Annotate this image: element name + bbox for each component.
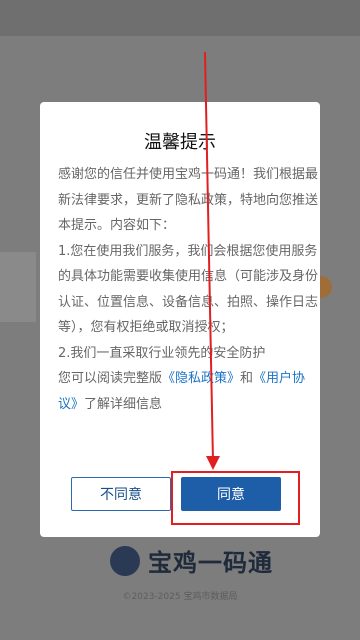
app-header-background [0,0,360,36]
dialog-paragraph-collection: 1.您在使用我们服务，我们会根据您使用服务的具体功能需要收集使用信息（可能涉及身… [58,243,319,336]
links-suffix-text: 了解详细信息 [84,396,163,412]
dialog-paragraph-intro: 感谢您的信任并使用宝鸡一码通！我们根据最新法律要求，更新了隐私政策，特地向您推送… [58,167,319,233]
background-card [0,252,36,322]
links-prefix-text: 您可以阅读完整版 [58,371,163,386]
app-name: 宝鸡一码通 [148,549,273,577]
disagree-button[interactable]: 不同意 [71,477,171,511]
dialog-content: 感谢您的信任并使用宝鸡一码通！我们根据最新法律要求，更新了隐私政策，特地向您推送… [58,162,322,417]
dialog-title: 温馨提示 [144,132,216,153]
dialog-paragraph-security: 2.我们一直采取行业领先的安全防护 [58,345,266,361]
agree-highlight-box [171,471,300,525]
links-middle-text: 和 [240,371,254,386]
dialog-paragraph-links: 您可以阅读完整版《隐私政策》和《用户协议》了解详细信息 [58,366,322,417]
copyright-text: ©2023-2025 宝鸡市数据局 [122,592,238,602]
logo-mark-icon [110,545,140,576]
app-logo: 宝鸡一码通 [110,543,273,578]
privacy-policy-link[interactable]: 《隐私政策》 [162,371,240,386]
